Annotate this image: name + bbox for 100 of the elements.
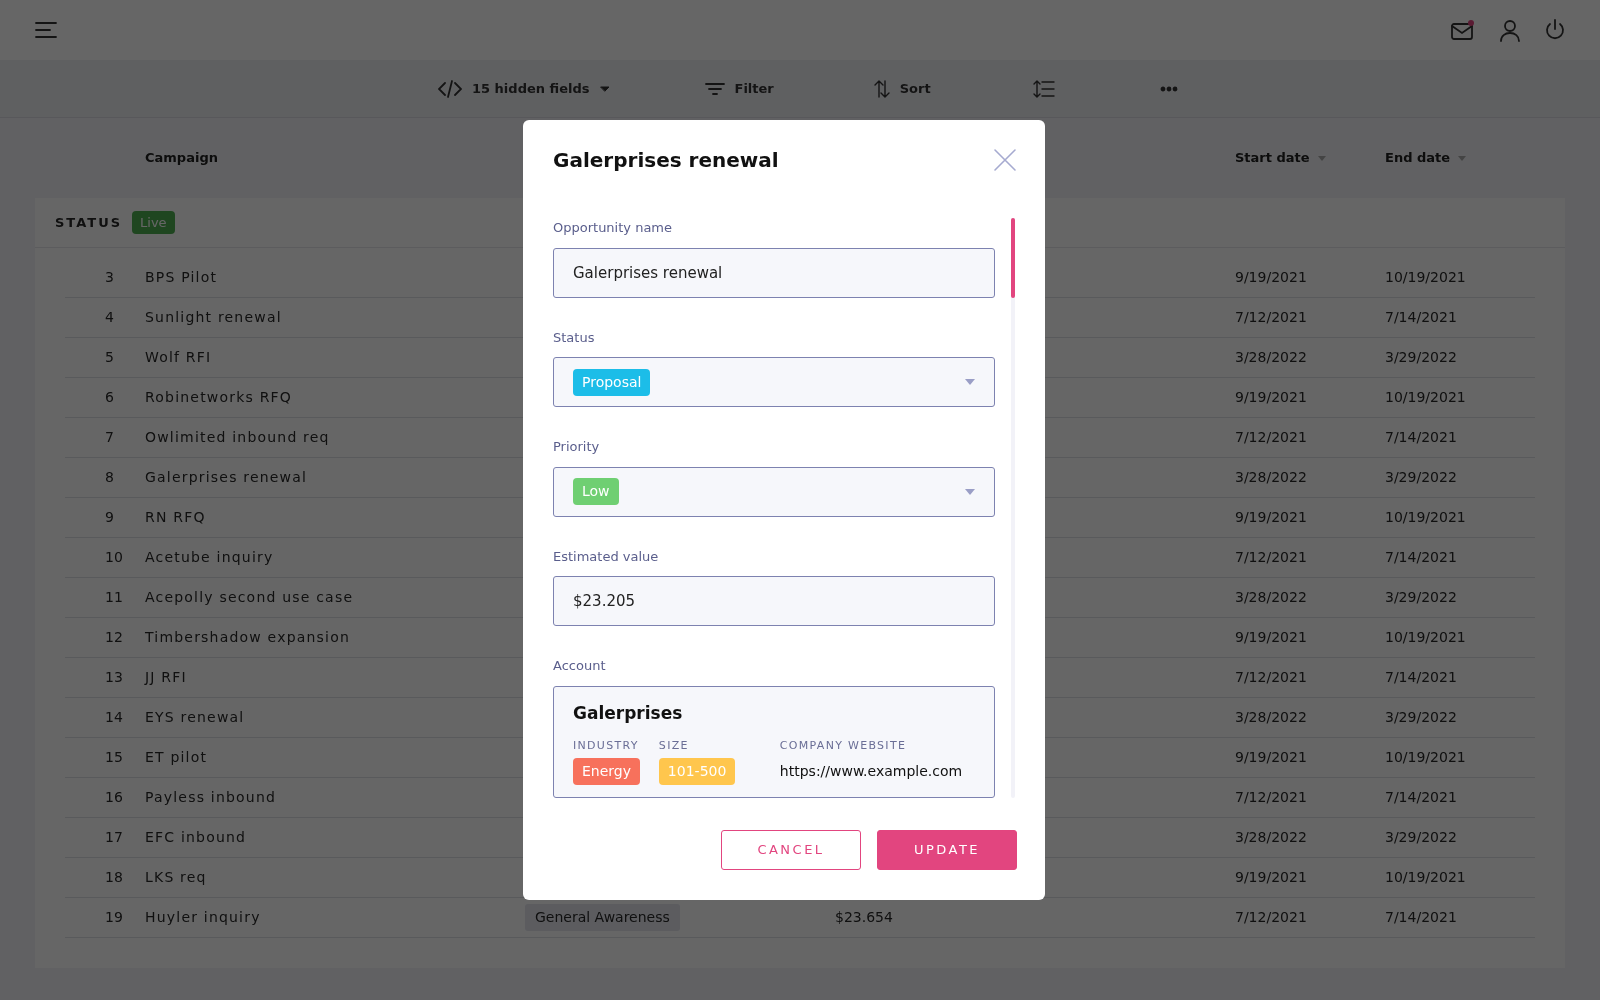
campaign-cell-text: RN RFQ <box>145 508 207 527</box>
end-date-cell-text: 10/19/2021 <box>1385 388 1467 407</box>
user-icon[interactable] <box>1498 18 1522 42</box>
start-date-cell-text: 7/12/2021 <box>1235 308 1308 327</box>
start-date-cell-text: 9/19/2021 <box>1235 268 1308 287</box>
text-field[interactable]: $23.205 <box>553 576 995 626</box>
row-number: 16 <box>104 788 124 807</box>
field-label: Status <box>553 328 596 347</box>
end-date-cell-text: 3/29/2022 <box>1385 708 1458 727</box>
start-date-cell-text: 7/12/2021 <box>1235 548 1308 567</box>
end-date-cell-text: 10/19/2021 <box>1385 508 1467 527</box>
row-number: 17 <box>104 828 124 847</box>
field-label: Opportunity name <box>553 219 673 237</box>
start-date-cell-text: 9/19/2021 <box>1235 628 1308 647</box>
text-field[interactable]: Galerprises renewal <box>553 247 995 298</box>
start-date-cell-text: 9/19/2021 <box>1235 508 1308 527</box>
dropdown-caret-icon <box>965 379 975 385</box>
campaign-cell-text: Robinetworks RFQ <box>145 388 294 407</box>
start-date-cell-text: 7/12/2021 <box>1235 668 1308 687</box>
modal-title: Galerprises renewal <box>553 148 779 172</box>
menu-icon[interactable] <box>34 20 58 40</box>
end-date-cell-text: 7/14/2021 <box>1385 308 1458 327</box>
row-number: 4 <box>104 308 115 327</box>
more-icon[interactable] <box>1159 85 1178 92</box>
campaign-cell-text: ET pilot <box>145 748 209 767</box>
close-icon[interactable] <box>993 148 1017 172</box>
campaign-cell-text: Acetube inquiry <box>145 548 275 567</box>
status-tag: Live <box>132 210 175 235</box>
hidden-fields-button[interactable]: 15 hidden fields <box>438 78 610 99</box>
start-date-cell-text: 7/12/2021 <box>1235 908 1308 927</box>
row-number: 6 <box>104 388 115 407</box>
sort-button[interactable]: Sort <box>873 78 931 99</box>
start-date-cell-text: 3/28/2022 <box>1235 468 1308 487</box>
option-tag: Proposal <box>573 368 651 396</box>
select-field[interactable]: Proposal <box>553 357 995 407</box>
row-number: 9 <box>104 508 115 527</box>
row-number: 11 <box>104 588 124 607</box>
filter-button[interactable]: Filter <box>704 78 774 99</box>
row-number: 13 <box>104 668 124 687</box>
sort-caret-icon <box>1458 155 1467 161</box>
campaign-cell-text: Payless inbound <box>145 788 278 807</box>
campaign-cell-text: BPS Pilot <box>145 268 219 287</box>
end-date-cell-text: 10/19/2021 <box>1385 628 1467 647</box>
update-button[interactable]: UPDATE <box>877 830 1017 870</box>
campaign-cell-text: LKS req <box>145 868 208 887</box>
campaign-cell-text: Timbershadow expansion <box>145 628 352 647</box>
campaign-cell-text: Galerprises renewal <box>145 468 309 487</box>
row-number: 10 <box>104 548 124 567</box>
dropdown-caret-icon <box>965 488 975 495</box>
attribute-tag: Energy <box>573 757 640 785</box>
start-date-cell-text: 9/19/2021 <box>1235 868 1308 887</box>
campaign-cell-text: EYS renewal <box>145 708 246 727</box>
row-number: 7 <box>104 428 115 447</box>
option-tag: Low <box>573 478 619 505</box>
campaign-cell-text: Wolf RFI <box>145 348 213 367</box>
mail-icon[interactable] <box>1450 19 1476 41</box>
scrollbar-thumb[interactable] <box>1011 218 1015 298</box>
attribute-label: SIZE <box>658 738 690 754</box>
row-number: 5 <box>104 348 115 367</box>
cancel-button[interactable]: CANCEL <box>721 830 861 870</box>
attribute-tag: 101-500 <box>658 757 736 785</box>
attribute-label: COMPANY WEBSITE <box>779 738 908 754</box>
sort-caret-icon <box>1317 155 1326 161</box>
attribute-label: INDUSTRY <box>573 738 640 754</box>
campaign-cell-text: Owlimited inbound req <box>145 428 331 447</box>
end-date-cell-text: 3/29/2022 <box>1385 348 1458 367</box>
campaign-cell-text: Sunlight renewal <box>145 308 283 327</box>
row-number: 19 <box>104 908 124 927</box>
line-spacing-icon[interactable] <box>1032 78 1055 99</box>
account-name: Galerprises <box>573 701 684 725</box>
column-header[interactable]: Campaign <box>145 148 525 168</box>
campaign-cell-text: EFC inbound <box>145 828 248 847</box>
value-cell-text: $23.654 <box>835 908 894 927</box>
campaign-cell-text: Huyler inquiry <box>145 908 262 927</box>
select-field[interactable]: Low <box>553 466 995 517</box>
end-date-cell-text: 3/29/2022 <box>1385 588 1458 607</box>
end-date-cell-text: 3/29/2022 <box>1385 828 1458 847</box>
power-icon[interactable] <box>1544 18 1566 42</box>
row-number: 8 <box>104 468 115 487</box>
end-date-cell-text: 7/14/2021 <box>1385 788 1458 807</box>
row-number: 18 <box>104 868 124 887</box>
start-date-cell-text: 3/28/2022 <box>1235 828 1308 847</box>
end-date-cell-text: 7/14/2021 <box>1385 428 1458 447</box>
row-number: 15 <box>104 748 124 767</box>
start-date-cell-text: 3/28/2022 <box>1235 348 1308 367</box>
filter-icon <box>704 81 725 96</box>
start-date-cell-text: 3/28/2022 <box>1235 588 1308 607</box>
row-number: 14 <box>104 708 124 727</box>
campaign-cell-text: JJ RFI <box>145 668 188 687</box>
caret-icon <box>599 85 610 92</box>
start-date-cell-text: 7/12/2021 <box>1235 428 1308 447</box>
start-date-cell-text: 3/28/2022 <box>1235 708 1308 727</box>
column-header[interactable]: Start date <box>1235 148 1385 168</box>
sort-icon <box>873 78 890 99</box>
row-number: 12 <box>104 628 124 647</box>
end-date-cell-text: 7/14/2021 <box>1385 908 1458 927</box>
field-label: Priority <box>553 438 601 456</box>
row-number: 3 <box>104 268 115 287</box>
attribute-value: https://www.example.com <box>779 761 963 781</box>
column-header[interactable]: End date <box>1385 148 1535 168</box>
